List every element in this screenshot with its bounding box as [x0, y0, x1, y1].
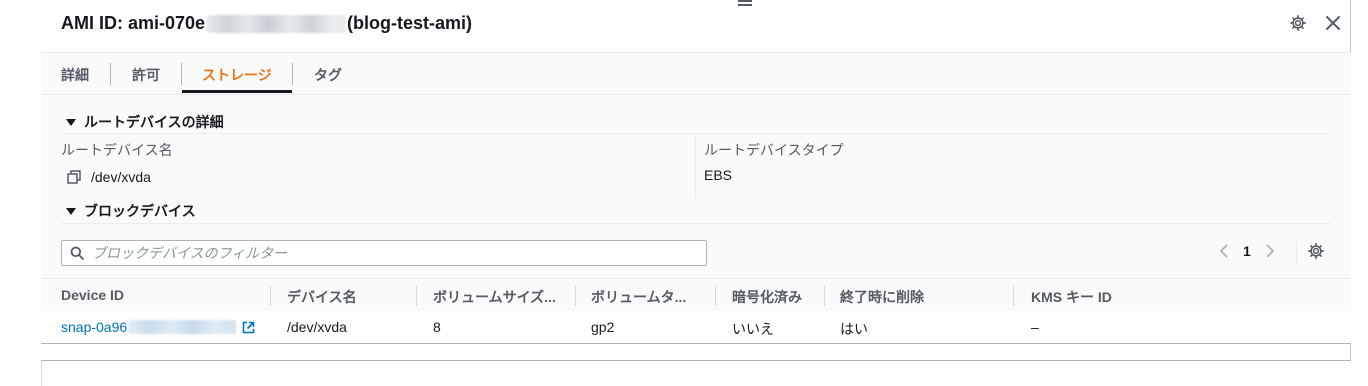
cell-volume-type: gp2	[591, 319, 615, 335]
tabs-container: 詳細 許可 ストレージ タグ ルートデバイスの詳細 ルートデバイス名 /dev/…	[41, 52, 1351, 344]
divider	[61, 133, 1331, 134]
active-tab-indicator	[182, 90, 292, 93]
column-header-device-id[interactable]: Device ID	[61, 287, 124, 303]
root-device-type-label: ルートデバイスタイプ	[704, 142, 844, 158]
device-id-link[interactable]: snap-0a96	[61, 319, 255, 335]
divider	[61, 223, 1331, 224]
column-resizer[interactable]	[1013, 286, 1014, 306]
root-device-name-value: /dev/xvda	[67, 169, 151, 185]
column-resizer[interactable]	[575, 286, 576, 306]
tab-separator	[292, 63, 293, 85]
column-resizer[interactable]	[715, 286, 716, 306]
column-header-kms-key-id[interactable]: KMS キー ID	[1031, 287, 1112, 307]
cell-encrypted: いいえ	[732, 321, 774, 337]
toolbar-divider	[1296, 241, 1297, 265]
filter-input[interactable]	[92, 245, 672, 261]
cell-delete-on-termination: はい	[840, 321, 868, 337]
column-resizer[interactable]	[416, 286, 417, 306]
chevron-left-icon[interactable]	[1219, 243, 1229, 259]
table-toolbar: 1	[41, 228, 1351, 277]
search-icon	[70, 246, 84, 260]
caret-down-icon	[66, 207, 76, 215]
column-resizer[interactable]	[824, 286, 825, 306]
block-devices-section-title: ブロックデバイス	[84, 203, 196, 219]
root-device-type-value: EBS	[704, 167, 733, 183]
pagination: 1	[1219, 243, 1275, 259]
title-ami-id: AMI ID: ami-070e	[61, 13, 206, 33]
column-header-device-name[interactable]: デバイス名	[287, 287, 357, 307]
root-device-section-toggle[interactable]: ルートデバイスの詳細	[66, 112, 224, 132]
column-header-volume-size[interactable]: ボリュームサイズ...	[433, 287, 556, 307]
column-divider	[695, 133, 696, 199]
column-header-volume-type[interactable]: ボリュームタ...	[591, 287, 686, 307]
block-devices-section-toggle[interactable]: ブロックデバイス	[66, 201, 196, 221]
root-device-name-label: ルートデバイス名	[61, 142, 173, 158]
cell-kms-key-id: –	[1031, 319, 1039, 335]
column-resizer[interactable]	[270, 286, 271, 306]
cell-device-name: /dev/xvda	[287, 319, 347, 335]
tab-permissions[interactable]: 許可	[132, 65, 160, 85]
caret-down-icon	[66, 118, 76, 126]
external-link-icon	[242, 321, 255, 334]
redacted-snapshot-id	[128, 320, 237, 334]
page-number[interactable]: 1	[1243, 243, 1251, 259]
tab-tags[interactable]: タグ	[314, 65, 342, 85]
tab-storage[interactable]: ストレージ	[202, 65, 272, 85]
column-header-encrypted[interactable]: 暗号化済み	[732, 287, 802, 307]
copy-icon[interactable]	[67, 170, 81, 184]
cell-volume-size: 8	[433, 319, 441, 335]
tab-bar: 詳細 許可 ストレージ タグ	[41, 53, 1351, 95]
table-header: Device ID デバイス名 ボリュームサイズ... ボリュームタ... 暗号…	[41, 278, 1351, 312]
gear-icon[interactable]	[1307, 242, 1325, 260]
ami-details-panel: AMI ID: ami-070e (blog-test-ami) 詳細 許可 ス…	[41, 0, 1351, 361]
root-device-name-text: /dev/xvda	[91, 169, 151, 185]
panel-title: AMI ID: ami-070e (blog-test-ami)	[61, 13, 472, 34]
tab-separator	[181, 63, 182, 85]
title-ami-name: (blog-test-ami)	[347, 13, 473, 33]
device-id-text: snap-0a96	[61, 319, 128, 335]
column-header-delete-on-termination[interactable]: 終了時に削除	[840, 287, 924, 307]
tab-separator	[110, 63, 111, 85]
block-device-filter[interactable]	[61, 240, 707, 266]
close-icon[interactable]	[1322, 12, 1344, 34]
chevron-right-icon[interactable]	[1265, 243, 1275, 259]
tab-details[interactable]: 詳細	[61, 65, 89, 85]
redacted-ami-id	[206, 14, 347, 33]
gear-icon[interactable]	[1287, 12, 1309, 34]
panel-header: AMI ID: ami-070e (blog-test-ami)	[41, 0, 1351, 52]
table-row: snap-0a96 /dev/xvda 8 gp2 いいえ はい –	[41, 311, 1351, 344]
root-device-section-title: ルートデバイスの詳細	[84, 114, 224, 130]
